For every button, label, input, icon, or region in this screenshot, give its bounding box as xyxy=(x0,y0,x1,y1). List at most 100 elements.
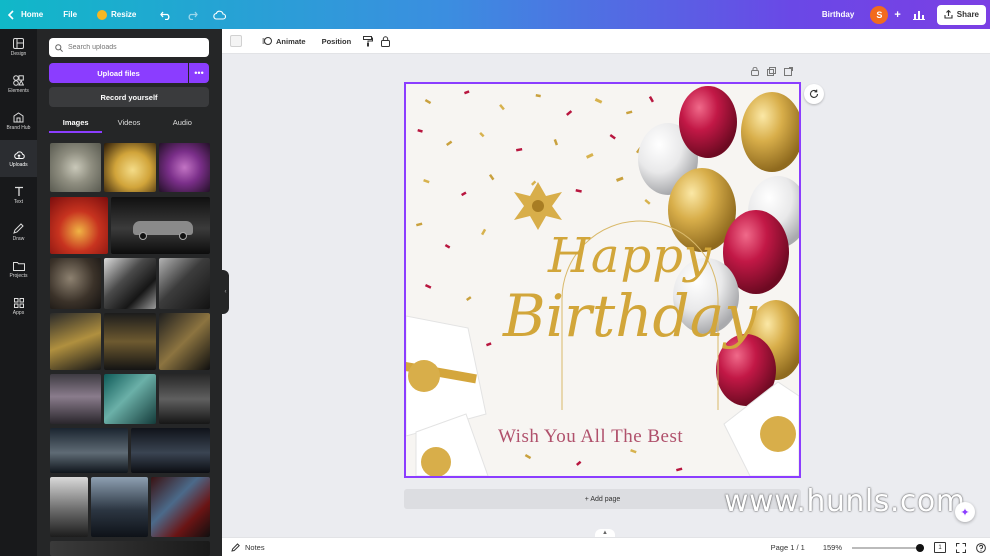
upload-thumbnail[interactable] xyxy=(159,143,210,192)
rail-label: Elements xyxy=(8,88,29,94)
lock-icon xyxy=(381,35,391,47)
upload-thumbnail[interactable] xyxy=(50,541,210,556)
sparkle-icon: ✦ xyxy=(960,506,970,519)
show-pages-toggle[interactable]: ▲ xyxy=(595,529,615,537)
animate-button[interactable]: Animate xyxy=(254,29,314,54)
left-rail: Design Elements Brand Hub Uploads Text D… xyxy=(0,29,37,556)
gold-bow-decoration xyxy=(514,182,562,230)
paint-roller-icon xyxy=(363,35,374,46)
notes-button[interactable]: Notes xyxy=(222,543,265,552)
page-count-badge[interactable]: 1 xyxy=(934,542,946,553)
upload-thumbnail[interactable] xyxy=(159,374,210,424)
animate-label: Animate xyxy=(276,36,306,46)
page-indicator[interactable]: Page 1 / 1 xyxy=(771,543,805,552)
bottom-bar-right: Page 1 / 1 159% 1 xyxy=(771,538,986,556)
analytics-icon[interactable] xyxy=(912,9,925,20)
wish-text-layer[interactable]: Wish You All The Best xyxy=(498,426,683,448)
add-page-icon[interactable] xyxy=(784,67,793,76)
upload-more-button[interactable]: ••• xyxy=(189,63,209,83)
record-yourself-button[interactable]: Record yourself xyxy=(49,87,209,107)
rail-label: Text xyxy=(13,199,24,205)
fullscreen-icon[interactable] xyxy=(956,542,966,553)
cloud-save-button[interactable] xyxy=(205,0,233,29)
chevron-left-icon xyxy=(7,9,14,20)
upload-thumbnail[interactable] xyxy=(50,258,101,309)
rail-item-projects[interactable]: Projects xyxy=(0,251,37,288)
share-icon xyxy=(944,10,953,19)
rail-item-uploads[interactable]: Uploads xyxy=(0,140,37,177)
upload-thumbnail[interactable] xyxy=(50,477,88,537)
resize-button[interactable]: Resize xyxy=(90,0,143,29)
redo-icon xyxy=(188,11,199,20)
upload-thumbnail[interactable] xyxy=(104,374,156,424)
redo-button[interactable] xyxy=(179,0,205,29)
background-color-swatch[interactable] xyxy=(230,35,242,47)
upload-thumbnail[interactable] xyxy=(50,428,128,473)
upload-thumbnail[interactable] xyxy=(50,313,101,370)
position-button[interactable]: Position xyxy=(314,29,360,54)
undo-icon xyxy=(160,11,170,20)
canva-editor: Home File Resize Birthday S + Share Desi… xyxy=(0,0,990,556)
upload-thumbnail[interactable] xyxy=(159,258,210,309)
search-box[interactable] xyxy=(49,38,209,57)
home-label: Home xyxy=(21,10,44,19)
notes-label: Notes xyxy=(245,542,265,552)
rail-label: Apps xyxy=(12,309,25,316)
lock-button[interactable] xyxy=(377,29,394,54)
happy-text-layer[interactable]: Happy xyxy=(548,228,712,284)
document-title[interactable]: Birthday xyxy=(822,10,854,19)
notes-icon xyxy=(231,542,240,552)
collapse-panel-handle[interactable]: ‹ xyxy=(222,270,229,314)
upload-thumbnail[interactable] xyxy=(151,477,210,537)
upload-thumbnail[interactable] xyxy=(104,313,156,370)
upload-thumbnail[interactable] xyxy=(159,313,210,370)
copy-style-button[interactable] xyxy=(359,29,377,54)
upload-files-button[interactable]: Upload files xyxy=(49,63,188,83)
cloud-upload-icon xyxy=(13,150,25,159)
share-button[interactable]: Share xyxy=(936,4,986,25)
tab-videos[interactable]: Videos xyxy=(102,115,155,133)
rail-item-text[interactable]: Text xyxy=(0,177,37,214)
tab-audio[interactable]: Audio xyxy=(156,115,209,133)
page-actions xyxy=(751,67,793,76)
rail-item-brand-hub[interactable]: Brand Hub xyxy=(0,103,37,140)
rail-item-draw[interactable]: Draw xyxy=(0,214,37,251)
upload-thumbnail[interactable] xyxy=(131,428,210,473)
birthday-text-layer[interactable]: Birthday xyxy=(503,282,757,350)
uploads-panel: Upload files ••• Record yourself Images … xyxy=(37,29,222,556)
upload-thumbnail[interactable] xyxy=(104,258,156,309)
tab-images[interactable]: Images xyxy=(49,115,103,133)
refresh-icon xyxy=(810,89,819,98)
add-collaborator-button[interactable]: + xyxy=(894,9,900,21)
zoom-percentage[interactable]: 159% xyxy=(823,543,842,552)
help-icon[interactable] xyxy=(976,542,986,553)
upload-thumbnail[interactable] xyxy=(111,197,210,254)
rail-item-design[interactable]: Design xyxy=(0,29,37,66)
upload-thumbnail[interactable] xyxy=(104,143,156,192)
rotate-handle[interactable] xyxy=(804,84,824,104)
rail-item-elements[interactable]: Elements xyxy=(0,66,37,103)
rail-label: Draw xyxy=(12,236,25,242)
crown-icon xyxy=(97,9,108,20)
upload-thumbnail[interactable] xyxy=(91,477,148,537)
upload-thumbnail[interactable] xyxy=(50,143,101,192)
top-bar: Home File Resize Birthday S + Share xyxy=(0,0,990,29)
upload-thumbnail[interactable] xyxy=(50,374,101,424)
lock-icon[interactable] xyxy=(751,67,759,76)
avatar[interactable]: S xyxy=(870,5,889,24)
duplicate-page-icon[interactable] xyxy=(767,67,776,76)
magic-assistant-button[interactable]: ✦ xyxy=(955,502,975,522)
upload-thumbnail[interactable] xyxy=(50,197,108,254)
rail-label: Uploads xyxy=(9,161,28,168)
apps-grid-icon xyxy=(13,297,24,308)
editor-toolbar: Animate Position xyxy=(222,29,990,54)
search-input[interactable] xyxy=(68,44,198,51)
zoom-slider-thumb[interactable] xyxy=(916,543,925,552)
home-button[interactable]: Home xyxy=(0,0,50,29)
rail-item-apps[interactable]: Apps xyxy=(0,288,37,325)
file-menu[interactable]: File xyxy=(56,0,84,29)
media-tabs: Images Videos Audio xyxy=(49,115,209,133)
undo-button[interactable] xyxy=(153,0,179,29)
resize-label: Resize xyxy=(111,10,137,19)
zoom-slider[interactable] xyxy=(852,543,925,552)
